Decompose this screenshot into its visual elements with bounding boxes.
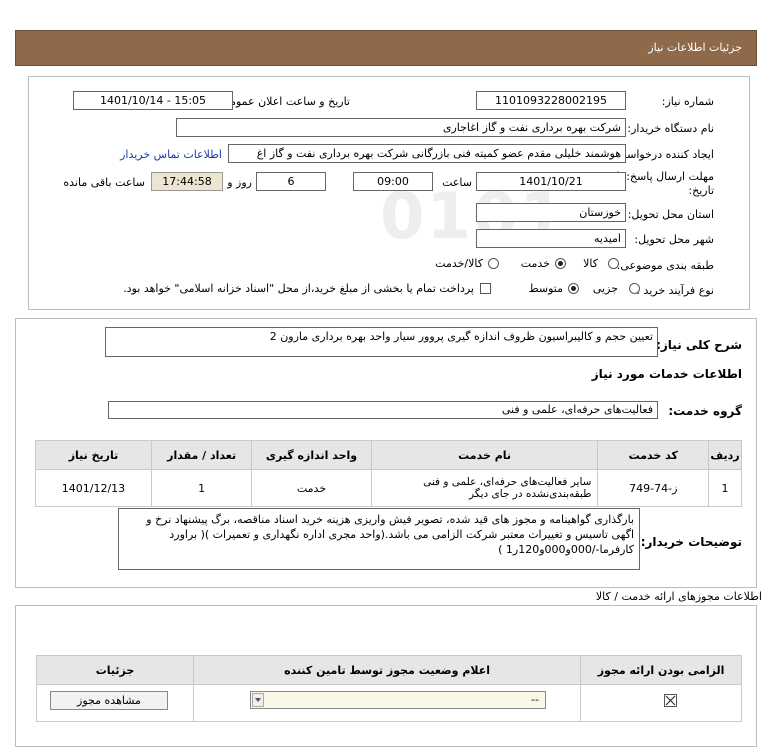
service-group-field: فعالیت‌های حرفه‌ای، علمی و فنی	[108, 401, 658, 419]
process-radio-medium[interactable]	[568, 283, 579, 294]
remaining-time-field: 17:44:58	[151, 172, 223, 191]
process-label: نوع فرآیند خرید :	[636, 284, 714, 297]
table-row: 1 ز-74-749 سایر فعالیت‌های حرفه‌ای، علمی…	[35, 469, 742, 507]
cell-name: سایر فعالیت‌های حرفه‌ای، علمی و فنی طبقه…	[370, 469, 599, 507]
view-license-button[interactable]: مشاهده مجوز	[50, 691, 168, 710]
dropdown-arrow-icon	[252, 693, 264, 707]
license-required-cell	[580, 684, 742, 722]
process-radio-minor[interactable]	[629, 283, 640, 294]
announce-label: تاریخ و ساعت اعلان عمومی:	[217, 95, 350, 108]
process-option-minor: جزیی	[592, 282, 618, 295]
city-field: امیدیه	[476, 229, 626, 248]
cell-row: 1	[708, 469, 742, 507]
category-option-both: کالا/خدمت	[435, 257, 483, 270]
deadline-date-field: 1401/10/21	[476, 172, 626, 191]
need-number-label: شماره نیاز:	[661, 95, 714, 108]
licenses-table-header: الزامی بودن ارائه مجوز اعلام وضعیت مجوز …	[35, 655, 742, 685]
buyer-notes-label: توضیحات خریدار:	[640, 535, 742, 549]
services-title: اطلاعات خدمات مورد نیاز	[591, 367, 742, 381]
deadline-label: مهلت ارسال پاسخ: تا	[616, 170, 714, 183]
requester-label: ایجاد کننده درخواست:	[612, 148, 714, 161]
treasury-payment-checkbox[interactable]	[480, 283, 491, 294]
col-unit: واحد اندازه گیری	[251, 440, 372, 470]
city-label: شهر محل تحویل:	[634, 233, 714, 246]
col-license-required: الزامی بودن ارائه مجوز	[580, 655, 742, 685]
cell-unit: خدمت	[251, 469, 372, 507]
province-field: خوزستان	[476, 203, 626, 222]
services-table-header: ردیف کد خدمت نام خدمت واحد اندازه گیری ت…	[35, 440, 742, 470]
announce-field: 1401/10/14 - 15:05	[73, 91, 233, 110]
remaining-label: ساعت باقی مانده	[63, 176, 145, 189]
license-required-checkbox[interactable]	[664, 694, 677, 707]
province-label: استان محل تحویل:	[627, 208, 714, 221]
services-table: ردیف کد خدمت نام خدمت واحد اندازه گیری ت…	[35, 440, 742, 507]
contact-buyer-link[interactable]: اطلاعات تماس خریدار	[120, 148, 222, 161]
cell-code: ز-74-749	[597, 469, 710, 507]
cell-date: 1401/12/13	[35, 469, 152, 507]
col-qty: تعداد / مقدار	[150, 440, 253, 470]
col-name: نام خدمت	[370, 440, 599, 470]
need-desc-label: شرح کلی نیاز:	[656, 338, 742, 352]
license-status-select[interactable]: --	[250, 691, 546, 709]
category-option-service: خدمت	[520, 257, 550, 270]
service-group-label: گروه خدمت:	[668, 404, 742, 418]
buyer-notes-field: بارگذاری گواهینامه و مجوز های قید شده، ت…	[118, 508, 640, 570]
page-header: جزئیات اطلاعات نیاز	[15, 30, 757, 66]
licenses-table: الزامی بودن ارائه مجوز اعلام وضعیت مجوز …	[35, 655, 742, 722]
requester-field: هوشمند خلیلی مقدم عضو کمیته فنی بازرگانی…	[228, 144, 626, 163]
buyer-org-label: نام دستگاه خریدار:	[627, 122, 714, 135]
page-title: جزئیات اطلاعات نیاز	[648, 41, 742, 54]
cell-qty: 1	[150, 469, 253, 507]
days-field: 6	[256, 172, 326, 191]
time-label: ساعت	[442, 176, 472, 189]
days-label: روز و	[227, 176, 252, 189]
need-desc-field: تعیین حجم و کالیبراسیون ظروف اندازه گیری…	[105, 327, 658, 357]
licenses-title: اطلاعات مجوزهای ارائه خدمت / کالا	[595, 590, 762, 603]
category-label: طبقه بندی موضوعی:	[616, 259, 714, 272]
col-license-status: اعلام وضعیت مجوز توسط تامین کننده	[193, 655, 582, 685]
deadline-time-field: 09:00	[353, 172, 433, 191]
category-option-goods: کالا	[583, 257, 598, 270]
need-number-field: 1101093228002195	[476, 91, 626, 110]
category-radio-both[interactable]	[488, 258, 499, 269]
license-status-value: --	[531, 693, 539, 706]
x-mark-icon	[665, 695, 676, 706]
category-radio-service[interactable]	[555, 258, 566, 269]
col-date: تاریخ نیاز	[35, 440, 152, 470]
col-code: کد خدمت	[597, 440, 710, 470]
buyer-org-field: شرکت بهره برداری نفت و گاز اغاجاری	[176, 118, 626, 137]
col-row: ردیف	[708, 440, 742, 470]
category-radio-goods[interactable]	[608, 258, 619, 269]
process-option-medium: متوسط	[528, 282, 563, 295]
treasury-payment-text: پرداخت تمام یا بخشی از مبلغ خرید،از محل …	[123, 282, 474, 295]
deadline-label-date: تاریخ:	[688, 184, 714, 197]
col-license-details: جزئیات	[35, 655, 195, 685]
need-info-panel	[28, 76, 750, 310]
